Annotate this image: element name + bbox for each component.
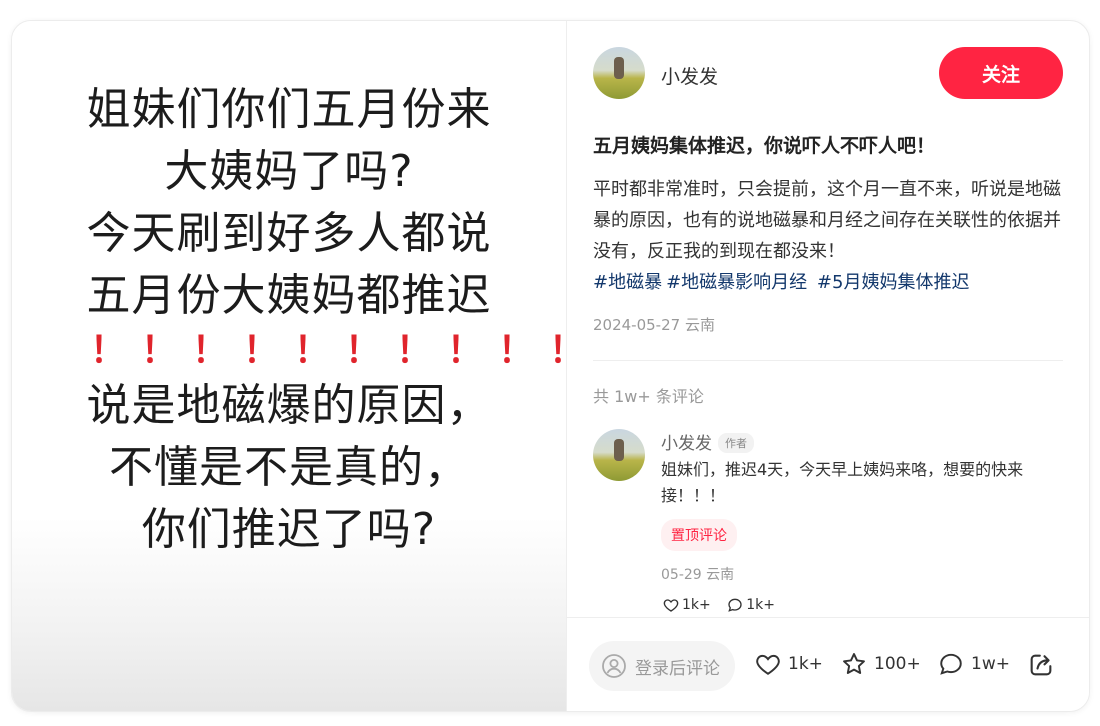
star-icon [843, 653, 865, 674]
pinned-comment-badge: 置顶评论 [661, 519, 737, 551]
tag-link[interactable]: #地磁暴影响月经 [666, 272, 807, 293]
comment-reply-button[interactable]: 1k+ [727, 597, 775, 613]
image-text-line: 姐妹们你们五月份来 [86, 84, 492, 135]
image-text-line: 今天刷到好多人都说 [86, 208, 492, 259]
comments-count: 共 1w+ 条评论 [593, 387, 704, 406]
image-text-exclamations: ！！！！！！！！！！ [90, 330, 601, 371]
comment-like-count: 1k+ [682, 597, 711, 613]
tag-link[interactable]: #5月姨妈集体推迟 [817, 272, 970, 293]
author-name[interactable]: 小发发 [661, 62, 718, 89]
image-text-line: 不懂是不是真的， [109, 442, 469, 493]
comment-button[interactable]: 1w+ [938, 651, 1010, 677]
post-tags: #地磁暴 #地磁暴影响月经 #5月姨妈集体推迟 [593, 272, 973, 293]
post-title: 五月姨妈集体推迟，你说吓人不吓人吧！ [593, 135, 936, 157]
post-image-text: 姐妹们你们五月份来 大姨妈了吗? 今天刷到好多人都说 五月份大姨妈都推迟 ！！！… [12, 79, 601, 561]
follow-button[interactable]: 关注 [939, 47, 1063, 99]
comment-reply-count: 1k+ [746, 597, 775, 613]
author-badge: 作者 [718, 433, 754, 453]
post-image[interactable]: 姐妹们你们五月份来 大姨妈了吗? 今天刷到好多人都说 五月份大姨妈都推迟 ！！！… [12, 21, 601, 711]
post-date-location: 2024-05-27 云南 [593, 316, 715, 334]
chat-bubble-icon [728, 598, 742, 612]
share-button[interactable] [1027, 651, 1062, 679]
bottom-action-bar: 登录后评论 1k+ 100+ 1w+ [567, 617, 1089, 711]
user-icon [602, 654, 626, 678]
comment-input[interactable]: 登录后评论 [589, 641, 735, 691]
divider [593, 360, 1063, 361]
comment-actions: 1k+ 1k+ [663, 597, 787, 617]
author-avatar[interactable] [593, 47, 645, 99]
image-text-line: 五月份大姨妈都推迟 [86, 270, 492, 321]
comment-like-button[interactable]: 1k+ [663, 597, 711, 613]
share-icon [1030, 654, 1052, 676]
comment-text: 姐妹们，推迟4天，今天早上姨妈来咯，想要的快来接！！！ [661, 460, 1024, 505]
note-card: 姐妹们你们五月份来 大姨妈了吗? 今天刷到好多人都说 五月份大姨妈都推迟 ！！！… [11, 20, 1090, 712]
image-text-line: 说是地磁爆的原因， [86, 380, 492, 431]
like-count: 1k+ [788, 654, 823, 674]
like-button[interactable]: 1k+ [755, 651, 823, 677]
heart-icon [663, 599, 679, 612]
collect-count: 100+ [874, 654, 921, 674]
image-text-line: 你们推迟了吗? [141, 504, 437, 555]
comment-count: 1w+ [971, 654, 1010, 674]
chat-bubble-icon [940, 653, 962, 675]
tag-link[interactable]: #地磁暴 [593, 272, 662, 293]
note-detail-panel: 小发发 关注 五月姨妈集体推迟，你说吓人不吓人吧！ 平时都非常准时，只会提前，这… [567, 21, 1089, 711]
image-text-line: 大姨妈了吗? [164, 146, 414, 197]
commenter-name[interactable]: 小发发 [661, 434, 712, 454]
collect-button[interactable]: 100+ [841, 651, 921, 677]
post-body: 平时都非常准时，只会提前，这个月一直不来，听说是地磁暴的原因，也有的说地磁暴和月… [593, 174, 1067, 298]
commenter-avatar[interactable] [593, 429, 645, 481]
comment-date-location: 05-29 云南 [661, 567, 735, 583]
comment-input-placeholder: 登录后评论 [635, 658, 720, 679]
author-row: 小发发 关注 [593, 47, 1063, 101]
heart-icon [756, 654, 780, 675]
commenter-name-row: 小发发 作者 [661, 429, 754, 454]
post-body-text: 平时都非常准时，只会提前，这个月一直不来，听说是地磁暴的原因，也有的说地磁暴和月… [593, 179, 1061, 262]
